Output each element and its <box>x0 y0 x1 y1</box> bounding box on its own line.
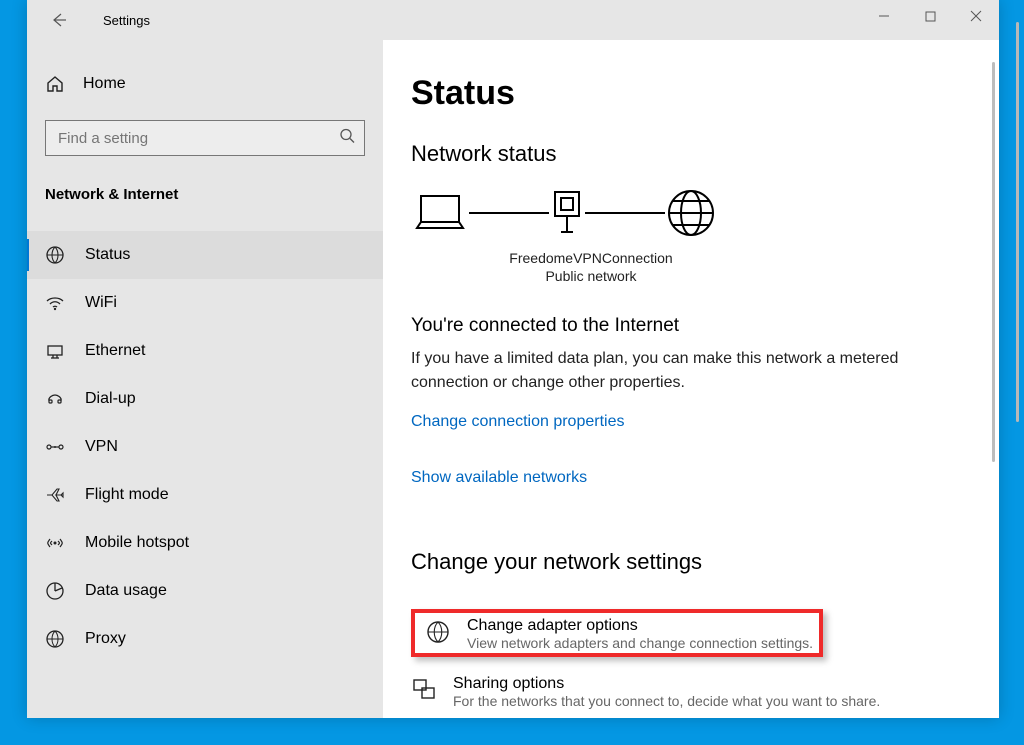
scrollbar[interactable] <box>992 62 995 462</box>
sidebar-item-label: Data usage <box>85 582 167 600</box>
titlebar: Settings <box>27 0 999 40</box>
adapter-options-icon <box>425 619 451 645</box>
sidebar-item-label: Status <box>85 246 130 264</box>
adapter-icon <box>549 188 585 238</box>
row-sharing-options[interactable]: Sharing options For the networks that yo… <box>411 671 969 718</box>
sidebar-item-dialup[interactable]: Dial-up <box>27 375 383 423</box>
sidebar-item-datausage[interactable]: Data usage <box>27 567 383 615</box>
status-icon <box>45 245 65 265</box>
window-body: Home Network & Internet Status <box>27 40 999 718</box>
outer-scrollbar[interactable] <box>1016 22 1019 422</box>
connection-type: Public network <box>501 267 681 285</box>
section-change-settings: Change your network settings <box>411 549 969 575</box>
sidebar-item-label: VPN <box>85 438 118 456</box>
sharing-title: Sharing options <box>453 675 880 693</box>
highlight-adapter-options: Change adapter options View network adap… <box>411 609 823 657</box>
sidebar-item-label: Proxy <box>85 630 126 648</box>
hotspot-icon <box>45 533 65 553</box>
globe-icon <box>665 187 717 239</box>
settings-window: Settings Home Network & Internet <box>27 0 999 718</box>
sidebar-item-label: Ethernet <box>85 342 145 360</box>
laptop-icon <box>411 190 469 236</box>
link-change-connection-properties[interactable]: Change connection properties <box>411 413 624 431</box>
wifi-icon <box>45 293 65 313</box>
diagram-line <box>585 212 665 214</box>
sidebar-item-label: WiFi <box>85 294 117 312</box>
sidebar-item-ethernet[interactable]: Ethernet <box>27 327 383 375</box>
window-controls <box>861 0 999 32</box>
row-change-adapter-options[interactable]: Change adapter options View network adap… <box>425 617 813 651</box>
close-button[interactable] <box>953 0 999 32</box>
sharing-desc: For the networks that you connect to, de… <box>453 693 880 709</box>
page-title: Status <box>411 74 969 113</box>
sidebar-category: Network & Internet <box>27 168 383 213</box>
proxy-icon <box>45 629 65 649</box>
sidebar-item-flightmode[interactable]: Flight mode <box>27 471 383 519</box>
sidebar-item-hotspot[interactable]: Mobile hotspot <box>27 519 383 567</box>
maximize-button[interactable] <box>907 0 953 32</box>
vpn-icon <box>45 437 65 457</box>
sharing-options-icon <box>411 677 437 703</box>
connection-name: FreedomeVPNConnection <box>501 249 681 267</box>
search-input[interactable] <box>45 120 365 156</box>
sidebar-item-label: Mobile hotspot <box>85 534 189 552</box>
network-diagram <box>411 187 969 239</box>
sidebar-nav: Status WiFi Ethernet <box>27 231 383 663</box>
adapter-title: Change adapter options <box>467 617 813 635</box>
search-wrap <box>45 120 365 156</box>
home-icon <box>45 74 65 94</box>
search-icon <box>339 128 355 149</box>
sidebar-item-wifi[interactable]: WiFi <box>27 279 383 327</box>
content-pane[interactable]: Status Network status FreedomeVPNConnect… <box>383 40 999 718</box>
sidebar: Home Network & Internet Status <box>27 40 383 718</box>
window-title: Settings <box>103 13 150 28</box>
connected-heading: You're connected to the Internet <box>411 315 969 337</box>
ethernet-icon <box>45 341 65 361</box>
sidebar-item-label: Dial-up <box>85 390 136 408</box>
dialup-icon <box>45 389 65 409</box>
sidebar-item-label: Flight mode <box>85 486 169 504</box>
data-usage-icon <box>45 581 65 601</box>
diagram-line <box>469 212 549 214</box>
connected-description: If you have a limited data plan, you can… <box>411 347 951 395</box>
back-button[interactable] <box>51 12 67 28</box>
sidebar-item-proxy[interactable]: Proxy <box>27 615 383 663</box>
sidebar-item-vpn[interactable]: VPN <box>27 423 383 471</box>
adapter-desc: View network adapters and change connect… <box>467 635 813 651</box>
section-network-status: Network status <box>411 141 969 167</box>
minimize-button[interactable] <box>861 0 907 32</box>
sidebar-item-status[interactable]: Status <box>27 231 383 279</box>
diagram-caption: FreedomeVPNConnection Public network <box>501 249 681 285</box>
airplane-icon <box>45 485 65 505</box>
link-show-available-networks[interactable]: Show available networks <box>411 469 587 487</box>
sidebar-home[interactable]: Home <box>27 64 383 104</box>
home-label: Home <box>83 75 126 93</box>
